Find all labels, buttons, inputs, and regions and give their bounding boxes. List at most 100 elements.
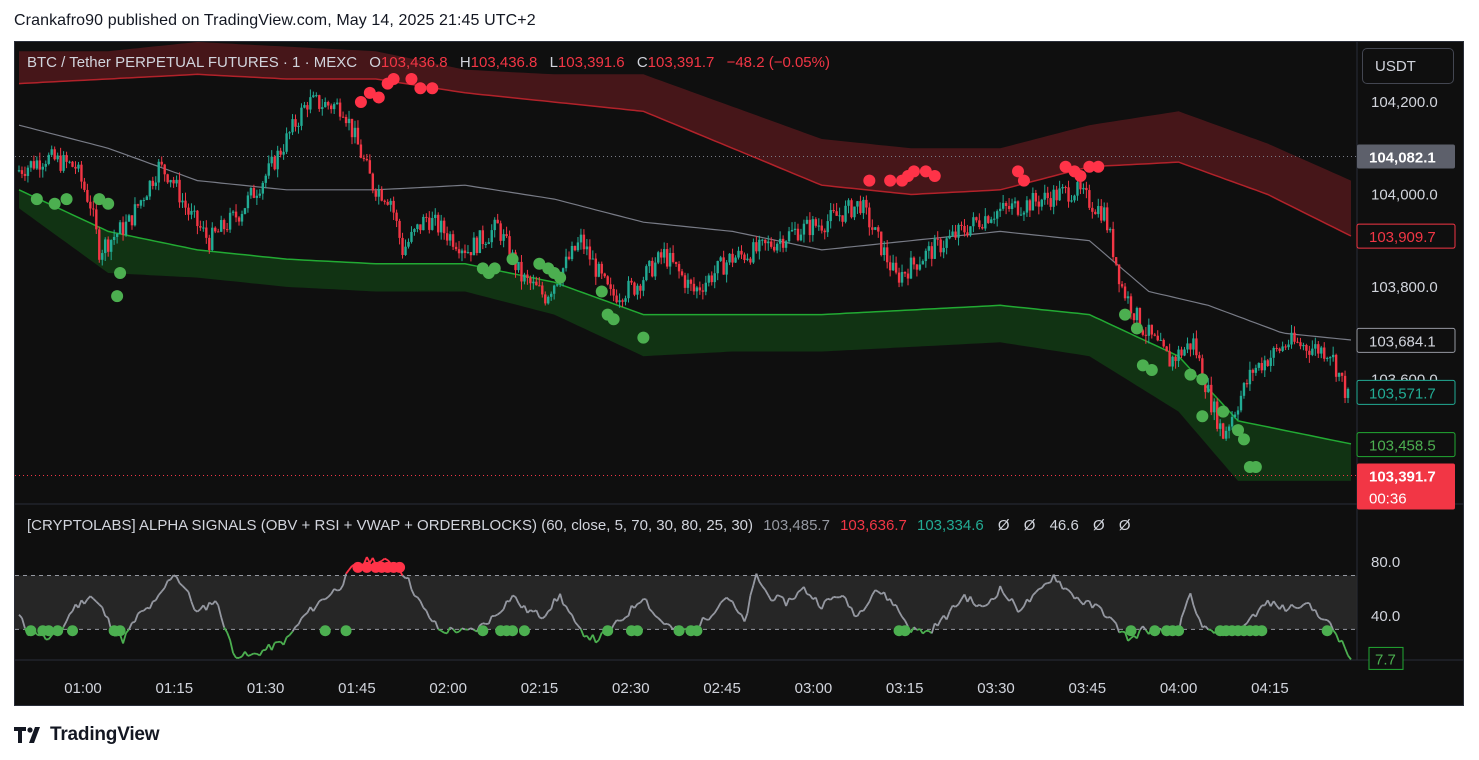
candle [205, 220, 208, 244]
candle-body [909, 257, 913, 279]
candle [1120, 281, 1124, 289]
candle-body [1326, 357, 1329, 359]
candle [719, 255, 722, 262]
candle [1010, 198, 1014, 215]
candle [784, 240, 788, 252]
candle-body [817, 225, 820, 227]
candle [1037, 195, 1041, 215]
candle-body [716, 260, 719, 274]
chart-frame[interactable]: 104,200.0 104,000.0 103,800.0 103,600.0 104,… [14, 41, 1464, 706]
time-tick-label: 03:30 [977, 680, 1015, 697]
candle-body [32, 161, 36, 169]
chart-canvas[interactable]: 104,200.0104,000.0103,800.0103,600.0104,… [15, 42, 1464, 706]
indicator-name[interactable]: [CRYPTOLABS] ALPHA SIGNALS (OBV + RSI + … [27, 517, 753, 534]
candle-body [924, 250, 928, 262]
candle-body [178, 179, 181, 203]
candle-body [306, 105, 309, 110]
candle-body [398, 220, 401, 238]
candle-body [1296, 341, 1299, 343]
currency-button[interactable]: USDT [1362, 48, 1454, 84]
candle-body [318, 95, 321, 109]
indicator-value-1: 103,485.7 [763, 517, 830, 534]
price-label-tag: 103,684.1 [1356, 327, 1456, 353]
oscillator-buy-dot [1256, 625, 1268, 637]
candle-body [829, 210, 832, 222]
candle [630, 277, 633, 285]
candle [1016, 200, 1020, 217]
candle-body [764, 239, 767, 244]
indicator-value-5: Ø [1023, 517, 1036, 534]
candle [912, 256, 916, 270]
candle [1195, 330, 1198, 359]
candle-body [615, 295, 618, 303]
candle-body [26, 167, 30, 176]
candle-body [47, 154, 50, 164]
buy-signal-dot [1145, 364, 1158, 377]
candle-body [749, 258, 752, 263]
buy-signal-dot [114, 267, 127, 279]
candle-body [573, 245, 577, 251]
symbol-label[interactable]: BTC / Tether PERPETUAL FUTURES · 1 · MEX… [27, 54, 357, 71]
buy-signal-dot [48, 197, 61, 210]
candle [1061, 184, 1064, 194]
oscillator-segment [982, 604, 986, 608]
candle [386, 199, 389, 206]
candle [118, 220, 122, 235]
candle [83, 177, 86, 193]
footer-brand[interactable]: TradingView [14, 722, 160, 748]
buy-signal-dot [488, 262, 501, 275]
candle-body [966, 232, 969, 236]
candle [1117, 264, 1121, 293]
candle-body [972, 217, 975, 227]
candle [927, 241, 931, 259]
buy-signal-dot [1184, 368, 1197, 381]
candle-body [246, 195, 250, 209]
candle-body [1233, 414, 1237, 418]
candle-body [1213, 401, 1216, 413]
candle-body [214, 227, 217, 232]
sell-signal-dot [928, 169, 941, 182]
candle-body [193, 210, 196, 212]
candle-body [552, 285, 556, 294]
candle [80, 161, 83, 189]
candle-body [755, 242, 758, 252]
candle-body [371, 173, 375, 191]
oscillator-segment [270, 642, 276, 651]
candle [621, 298, 624, 307]
candle-body [401, 237, 404, 255]
candle-body [865, 199, 868, 208]
candle-body [868, 207, 871, 228]
candle [62, 151, 65, 173]
candle-body [1123, 286, 1127, 299]
candle [442, 217, 446, 240]
candle-body [600, 263, 603, 274]
candle-body [1198, 355, 1201, 359]
oscillator-sell-dot [394, 561, 406, 573]
oscillator-buy-dot [507, 625, 519, 637]
candle [264, 173, 267, 189]
candle-body [668, 252, 672, 267]
candle [597, 261, 600, 278]
candle [1260, 357, 1264, 374]
candle [1040, 198, 1043, 211]
candle-body [1013, 201, 1017, 204]
candle-body [636, 285, 639, 295]
candle-body [196, 210, 199, 227]
candle-body [496, 219, 499, 224]
candle-body [1162, 339, 1165, 347]
candle [1248, 361, 1252, 391]
candle-body [1031, 192, 1035, 211]
candle [133, 197, 137, 227]
candle [44, 160, 47, 172]
candle-body [1037, 201, 1041, 207]
candle-body [1064, 187, 1067, 189]
candle-body [862, 199, 865, 214]
candle-body [419, 224, 422, 231]
oscillator-segment [131, 620, 136, 624]
oscillator-segment [833, 595, 837, 599]
candle [1126, 291, 1130, 304]
candle [175, 175, 178, 187]
candle [285, 127, 288, 155]
candle [59, 147, 62, 173]
sell-signal-dot [1092, 160, 1105, 173]
